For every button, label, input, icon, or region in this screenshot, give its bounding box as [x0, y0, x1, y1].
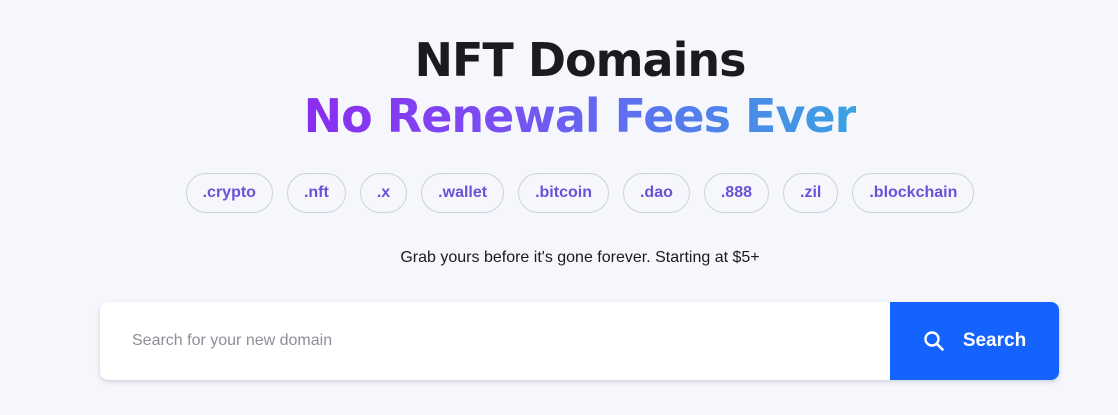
search-icon	[923, 330, 945, 352]
hero-subtitle: No Renewal Fees Ever	[0, 86, 1118, 146]
search-button[interactable]: Search	[890, 302, 1059, 380]
tld-chip-zil[interactable]: .zil	[783, 173, 839, 213]
tld-chip-wallet[interactable]: .wallet	[421, 173, 505, 213]
tld-chip-nft[interactable]: .nft	[286, 173, 346, 213]
hero-title: NFT Domains	[414, 33, 747, 87]
tld-chip-888[interactable]: .888	[703, 173, 769, 213]
hero-subtitle-text: No Renewal Fees Ever	[303, 89, 858, 143]
search-bar: Search	[100, 302, 1059, 380]
tld-chip-blockchain[interactable]: .blockchain	[852, 173, 975, 213]
tld-chip-bitcoin[interactable]: .bitcoin	[518, 173, 609, 213]
tld-chip-dao[interactable]: .dao	[622, 173, 690, 213]
tld-chip-crypto[interactable]: .crypto	[185, 173, 273, 213]
tld-chip-list: .crypto .nft .x .wallet .bitcoin .dao .8…	[0, 173, 1118, 213]
tld-chip-x[interactable]: .x	[359, 173, 408, 213]
tagline: Grab yours before it's gone forever. Sta…	[400, 249, 760, 266]
search-button-label: Search	[962, 330, 1027, 351]
search-input[interactable]	[100, 302, 890, 380]
